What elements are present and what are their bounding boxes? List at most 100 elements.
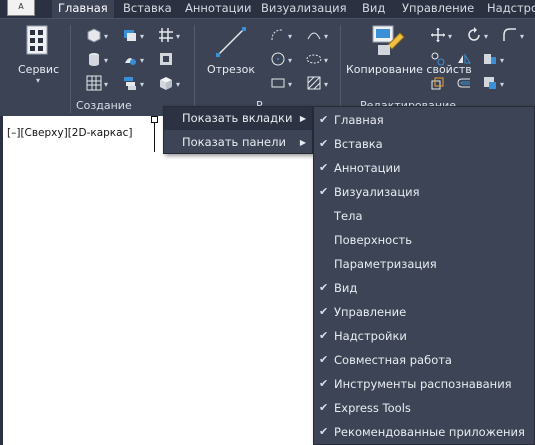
dropdown-arrow-icon[interactable]: ▾	[104, 57, 108, 65]
revolve-icon[interactable]	[122, 51, 138, 67]
dropdown-arrow-icon[interactable]: ▾	[448, 33, 452, 41]
layers-stack-icon[interactable]	[122, 75, 138, 91]
dropdown-arrow-icon[interactable]: ▾	[324, 57, 328, 65]
submenu-item-recognition-tools[interactable]: ✔ Инструменты распознавания	[314, 372, 534, 396]
submenu-item-visualize[interactable]: ✔ Визуализация	[314, 180, 534, 204]
polyline-icon[interactable]	[270, 27, 286, 43]
dropdown-arrow-icon[interactable]: ▾	[288, 81, 292, 89]
dropdown-arrow-icon[interactable]: ▾	[104, 81, 108, 89]
submenu-item-view[interactable]: ✔ Вид	[314, 276, 534, 300]
submenu-item-collaborate[interactable]: ✔ Совместная работа	[314, 348, 534, 372]
submenu-item-solids[interactable]: Тела	[314, 204, 534, 228]
service-dropdown-arrow-icon[interactable]: ▾	[36, 77, 40, 85]
submenu-item-label: Инструменты распознавания	[334, 377, 512, 391]
check-icon: ✔	[319, 113, 329, 126]
tab-home[interactable]: Главная	[52, 0, 114, 18]
dropdown-arrow-icon[interactable]: ▾	[288, 57, 292, 65]
dropdown-arrow-icon[interactable]: ▾	[324, 81, 328, 89]
submenu-item-manage[interactable]: ✔ Управление	[314, 300, 534, 324]
offset-icon[interactable]	[456, 75, 472, 91]
line-tool-icon[interactable]	[214, 25, 248, 59]
table-grid-icon[interactable]	[86, 75, 102, 91]
hatch-icon[interactable]	[306, 75, 322, 91]
tab-view[interactable]: Вид	[356, 0, 391, 18]
dropdown-arrow-icon[interactable]: ▾	[140, 81, 144, 89]
match-properties-icon[interactable]	[370, 23, 406, 59]
dropdown-arrow-icon[interactable]: ▾	[500, 57, 504, 65]
tab-annotate[interactable]: Аннотации	[179, 0, 257, 18]
service-button-label[interactable]: Сервис	[18, 63, 59, 76]
dropdown-arrow-icon[interactable]: ▾	[520, 33, 524, 41]
crosshair-cursor	[154, 118, 155, 152]
menu-item-show-tabs[interactable]: Показать вкладки ▶	[164, 107, 312, 130]
region-icon[interactable]	[158, 51, 174, 67]
mirror-icon[interactable]	[456, 51, 472, 67]
dropdown-arrow-icon[interactable]: ▾	[484, 33, 488, 41]
dropdown-arrow-icon[interactable]: ▾	[104, 33, 108, 41]
scale-icon[interactable]	[482, 75, 498, 91]
cursor-pickbox	[151, 116, 158, 123]
cylinder-icon[interactable]	[86, 51, 102, 67]
check-icon: ✔	[319, 401, 329, 414]
submenu-item-parametric[interactable]: Параметризация	[314, 252, 534, 276]
arc-icon[interactable]	[306, 27, 322, 43]
submenu-item-label: Надстройки	[334, 329, 407, 343]
cube-solid-icon[interactable]	[158, 75, 174, 91]
tab-manage[interactable]: Управление	[396, 0, 480, 18]
submenu-item-label: Вставка	[334, 137, 383, 151]
submenu-item-label: Визуализация	[334, 185, 420, 199]
ribbon-context-menu: Показать вкладки ▶ Показать панели ▶	[163, 106, 313, 154]
submenu-item-express-tools[interactable]: ✔ Express Tools	[314, 396, 534, 420]
menu-item-label: Показать вкладки	[182, 111, 293, 125]
submenu-item-label: Вид	[334, 281, 358, 295]
submenu-item-featured-apps[interactable]: ✔ Рекомендованные приложения	[314, 420, 534, 444]
submenu-arrow-icon: ▶	[299, 114, 306, 123]
rectangle-icon[interactable]	[270, 75, 286, 91]
check-icon: ✔	[319, 137, 329, 150]
dropdown-arrow-icon[interactable]: ▾	[500, 81, 504, 89]
line-button-label[interactable]: Отрезок	[206, 63, 256, 76]
move-icon[interactable]	[430, 27, 446, 43]
tab-addins[interactable]: Надстро	[481, 0, 535, 18]
grid-hatch-icon[interactable]	[158, 27, 174, 43]
service-toolbox-icon[interactable]	[24, 25, 50, 57]
fillet-icon[interactable]	[502, 27, 518, 43]
copy-icon[interactable]	[430, 51, 446, 67]
dropdown-arrow-icon[interactable]: ▾	[140, 57, 144, 65]
submenu-item-annotate[interactable]: ✔ Аннотации	[314, 156, 534, 180]
tab-visualize[interactable]: Визуализация	[255, 0, 353, 18]
dropdown-arrow-icon[interactable]: ▾	[176, 81, 180, 89]
menu-item-label: Показать панели	[182, 135, 286, 149]
menu-item-show-panels[interactable]: Показать панели ▶	[164, 131, 312, 154]
rotate-icon[interactable]	[466, 27, 482, 43]
check-icon: ✔	[319, 425, 329, 438]
submenu-item-surface[interactable]: Поверхность	[314, 228, 534, 252]
panel-separator	[70, 25, 71, 113]
submenu-item-label: Главная	[334, 113, 384, 127]
submenu-item-label: Совместная работа	[334, 353, 452, 367]
submenu-item-insert[interactable]: ✔ Вставка	[314, 132, 534, 156]
viewport-controls-label[interactable]: [–][Сверху][2D-каркас]	[7, 127, 132, 139]
copy-properties-label[interactable]: Копирование свойств	[346, 63, 472, 76]
create-panel-label[interactable]: Создание	[76, 99, 132, 112]
dropdown-arrow-icon[interactable]: ▾	[176, 33, 180, 41]
tab-insert[interactable]: Вставка	[117, 0, 178, 18]
box-solid-icon[interactable]	[86, 27, 102, 43]
check-icon: ✔	[319, 353, 329, 366]
submenu-item-addins[interactable]: ✔ Надстройки	[314, 324, 534, 348]
ellipse-icon[interactable]	[306, 51, 322, 67]
stretch-icon[interactable]	[482, 51, 498, 67]
dropdown-arrow-icon[interactable]: ▾	[324, 33, 328, 41]
array-icon[interactable]	[430, 75, 446, 91]
submenu-item-label: Поверхность	[334, 233, 412, 247]
dropdown-arrow-icon[interactable]: ▾	[140, 33, 144, 41]
extrude-icon[interactable]	[122, 27, 138, 43]
submenu-item-label: Параметризация	[334, 257, 437, 271]
application-menu-button[interactable]: A	[0, 0, 50, 18]
dropdown-arrow-icon[interactable]: ▾	[288, 33, 292, 41]
check-icon: ✔	[319, 329, 329, 342]
submenu-item-label: Express Tools	[334, 401, 411, 415]
circle-icon[interactable]	[270, 51, 286, 67]
check-icon: ✔	[319, 305, 329, 318]
submenu-item-home[interactable]: ✔ Главная	[314, 108, 534, 132]
